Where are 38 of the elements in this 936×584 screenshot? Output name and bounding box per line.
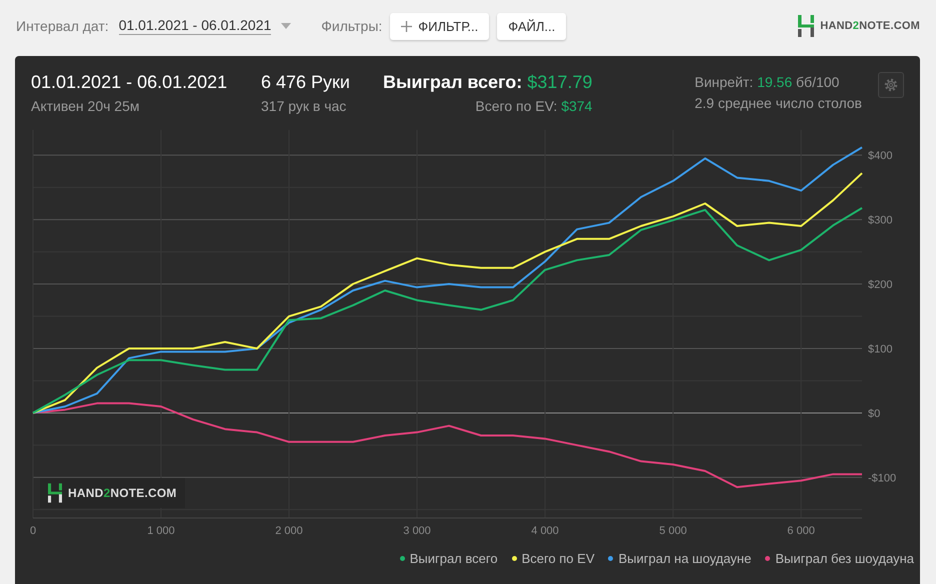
total-won: Выиграл всего: $317.79: [383, 72, 592, 93]
y-tick-label: $100: [868, 344, 892, 356]
filters-label: Фильтры:: [321, 18, 382, 34]
y-tick-label: -$100: [868, 472, 896, 484]
legend-label[interactable]: Всего по EV: [522, 551, 594, 566]
ev-total: Всего по EV: $374: [475, 98, 592, 114]
x-tick-label: 0: [30, 525, 36, 537]
y-tick-label: $300: [868, 214, 892, 227]
logo-icon: [798, 15, 814, 37]
add-filter-button[interactable]: ФИЛЬТР...: [390, 12, 490, 40]
plus-icon: [401, 20, 412, 32]
average-tables: 2.9 среднее число столов: [694, 95, 862, 111]
y-tick-label: $200: [868, 279, 892, 292]
settings-button[interactable]: [878, 72, 904, 98]
file-button[interactable]: ФАЙЛ...: [497, 12, 566, 40]
x-tick-label: 2 000: [275, 525, 303, 537]
hands-rate: 317 рук в час: [261, 98, 348, 114]
x-tick-label: 4 000: [531, 525, 559, 537]
date-range-dropdown[interactable]: 01.01.2021 - 06.01.2021: [118, 17, 272, 35]
legend-label[interactable]: Выиграл на шоудауне: [618, 551, 752, 566]
period: 01.01.2021 - 06.01.2021: [31, 72, 228, 93]
y-tick-label: $400: [868, 150, 892, 162]
legend-label[interactable]: Выиграл без шоудауна: [775, 551, 914, 566]
x-tick-label: 6 000: [787, 525, 815, 537]
y-tick-label: $0: [868, 408, 880, 420]
settings-icon: [883, 77, 899, 93]
x-tick-label: 1 000: [147, 525, 175, 537]
watermark-text: HAND2NOTE.COM: [68, 486, 177, 500]
winrate: Винрейт: 19.56 бб/100: [694, 74, 840, 90]
date-label: Интервал дат:: [16, 18, 109, 34]
hands-count: 6 476 Руки: [261, 72, 351, 93]
logo-text: HAND2NOTE.COM: [820, 20, 920, 32]
legend-label[interactable]: Выиграл всего: [410, 551, 498, 566]
x-tick-label: 5 000: [659, 525, 687, 537]
active-time: Активен 20ч 25м: [31, 98, 140, 114]
logo-icon: [48, 483, 62, 503]
caret-icon[interactable]: [281, 23, 292, 29]
x-tick-label: 3 000: [403, 525, 431, 537]
